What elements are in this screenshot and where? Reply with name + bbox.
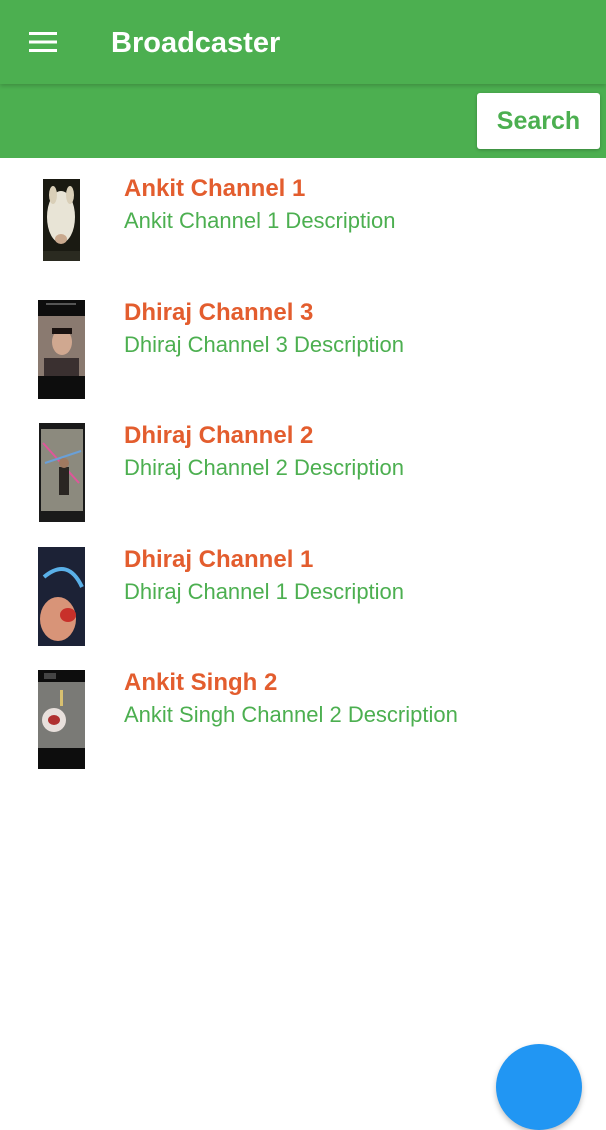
channel-name: Ankit Channel 1 [124,175,306,202]
app-bar: Broadcaster [0,0,606,84]
channel-thumbnail [38,670,85,769]
hamburger-menu-icon [29,32,57,52]
channel-description: Ankit Singh Channel 2 Description [124,702,458,727]
channel-list: Ankit Channel 1 Ankit Channel 1 Descript… [0,158,606,776]
floating-action-button[interactable] [496,1044,582,1130]
channel-thumbnail [39,423,85,522]
menu-button[interactable] [22,24,64,60]
channel-name: Ankit Singh 2 [124,669,278,696]
search-bar: Search [0,84,606,158]
channel-description: Dhiraj Channel 3 Description [124,331,405,357]
channel-item[interactable]: Ankit Channel 1 Ankit Channel 1 Descript… [0,158,606,282]
channel-item[interactable]: Dhiraj Channel 2 Dhiraj Channel 2 Descri… [0,405,606,529]
channel-item[interactable]: Dhiraj Channel 3 Dhiraj Channel 3 Descri… [0,282,606,406]
channel-item[interactable]: Dhiraj Channel 1 Dhiraj Channel 1 Descri… [0,529,606,653]
channel-thumbnail [43,179,80,261]
channel-description: Dhiraj Channel 2 Description [124,455,405,480]
app-title: Broadcaster [111,27,281,59]
channel-name: Dhiraj Channel 2 [124,422,314,449]
channel-description: Dhiraj Channel 1 Description [124,578,405,604]
channel-thumbnail [38,546,85,646]
search-button[interactable]: Search [477,93,600,149]
channel-thumbnail [38,299,85,399]
channel-name: Dhiraj Channel 1 [124,545,314,573]
channel-name: Dhiraj Channel 3 [124,298,314,326]
channel-item[interactable]: Ankit Singh 2 Ankit Singh Channel 2 Desc… [0,652,606,776]
channel-description: Ankit Channel 1 Description [124,208,396,233]
